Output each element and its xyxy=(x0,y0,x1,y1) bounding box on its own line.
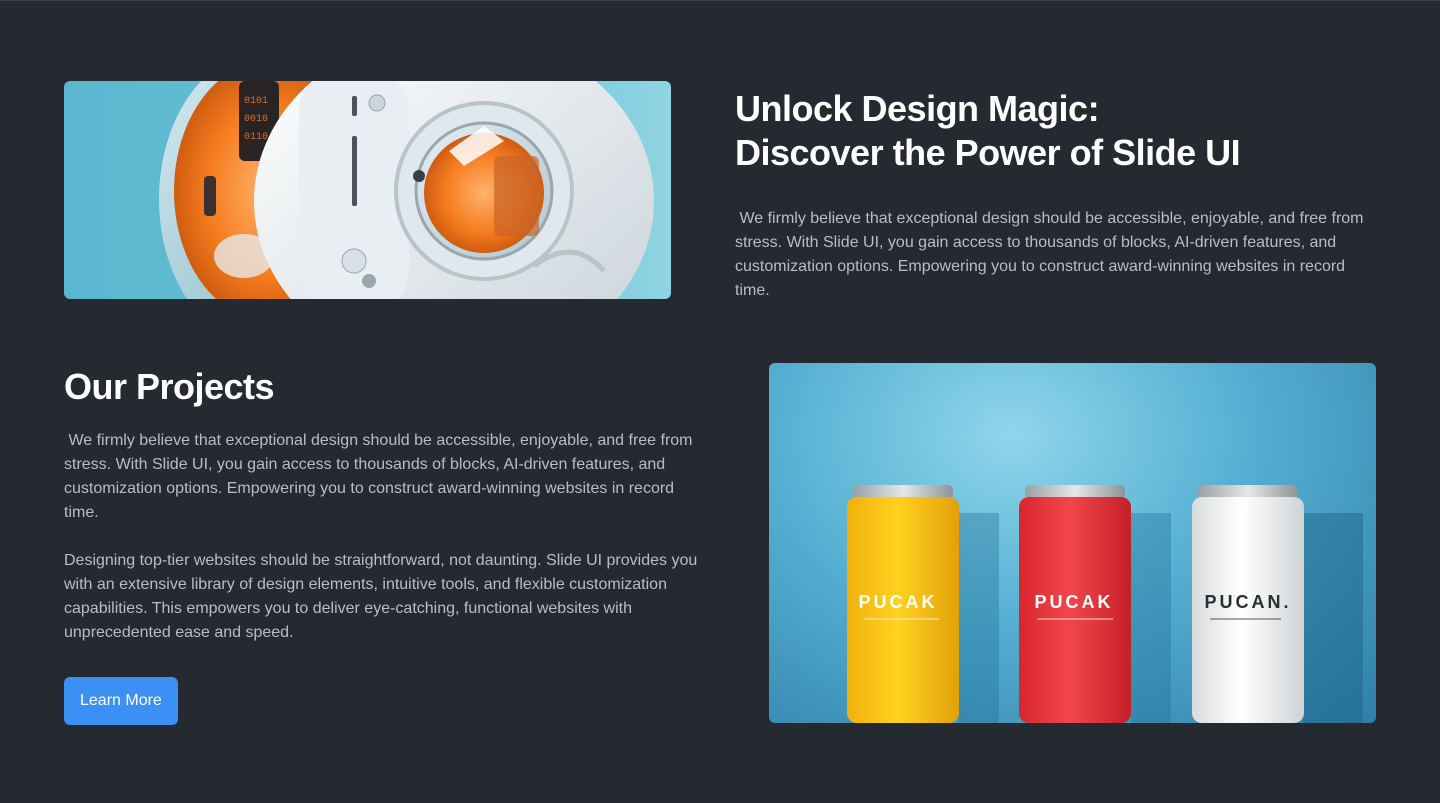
can-label-red: PUCAK xyxy=(1034,592,1113,612)
can-label-white: PUCAN. xyxy=(1204,592,1291,612)
learn-more-button[interactable]: Learn More xyxy=(64,677,178,725)
svg-text:0101: 0101 xyxy=(244,96,268,107)
hero-title-line-1: Unlock Design Magic: xyxy=(735,88,1100,129)
hero-title: Unlock Design Magic: Discover the Power … xyxy=(735,87,1375,175)
can-label-yellow: PUCAK xyxy=(858,592,937,612)
hero-description: We firmly believe that exceptional desig… xyxy=(735,210,1368,299)
projects-description-2: Designing top-tier websites should be st… xyxy=(64,552,702,641)
robot-illustration-image: 0101 0010 0110 xyxy=(64,81,671,299)
hero-title-line-2: Discover the Power of Slide UI xyxy=(735,132,1241,173)
hero-copy: Unlock Design Magic: Discover the Power … xyxy=(735,87,1375,303)
projects-copy: Our Projects We firmly believe that exce… xyxy=(64,365,714,725)
projects-description-1: We firmly believe that exceptional desig… xyxy=(64,432,697,521)
svg-text:0010: 0010 xyxy=(244,114,268,125)
svg-text:0110: 0110 xyxy=(244,132,268,143)
cans-photo-image: PUCAK PUCAK PUCAN. xyxy=(769,363,1376,723)
projects-title: Our Projects xyxy=(64,366,275,407)
